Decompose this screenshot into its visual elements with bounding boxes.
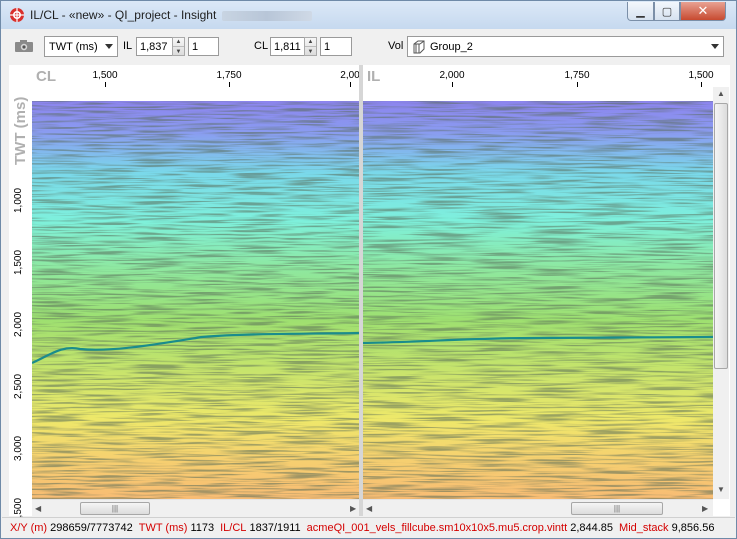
status-bar: X/Y (m) 298659/7773742 TWT (ms) 1173 IL/… <box>2 517 735 538</box>
il-tick-label: 2,000 <box>439 70 465 81</box>
twt-tick-label: 1,500 <box>13 249 24 275</box>
il-step-value: 1 <box>192 40 199 53</box>
volume-select[interactable]: Group_2 <box>407 36 724 57</box>
vol-label: Vol <box>388 40 404 52</box>
volume-icon <box>413 40 425 53</box>
scroll-up-icon[interactable]: ▲ <box>717 89 725 98</box>
il-step-input[interactable]: 1 <box>188 37 219 56</box>
cl-tick-label: 2,00 <box>340 70 360 81</box>
status-ilcl-value: 1837/1911 <box>249 522 301 534</box>
spin-up-icon[interactable]: ▲ <box>173 38 184 47</box>
scrollbar-thumb[interactable]: ||| <box>571 502 663 515</box>
cl-input-value: 1,811 <box>274 40 301 53</box>
scrollbar-thumb[interactable] <box>714 103 728 369</box>
twt-tick-label: 3,000 <box>13 435 24 461</box>
status-twt-label: TWT (ms) <box>138 522 188 534</box>
twt-tick-label: 2,500 <box>13 373 24 399</box>
status-twt-value: 1173 <box>190 522 215 534</box>
cl-label: CL <box>254 40 269 52</box>
maximize-button[interactable]: ▢ <box>654 2 680 21</box>
scroll-down-icon[interactable]: ▼ <box>717 485 725 494</box>
cl-spinner[interactable]: ▲ ▼ <box>304 37 317 56</box>
window-title-text: IL/CL - «new» - QI_project - Insight <box>30 8 217 22</box>
scroll-left-icon[interactable]: ◀ <box>366 504 372 513</box>
toolbar: TWT (ms) IL 1,837 ▲ ▼ 1 CL 1,811 ▲ ▼ 1 V… <box>2 29 735 64</box>
twt-axis-name: TWT (ms) <box>12 96 29 165</box>
il-axis: IL 2,000 1,750 1,500 <box>363 65 730 87</box>
status-xy-label: X/Y (m) <box>10 522 48 534</box>
il-label: IL <box>123 40 133 52</box>
scroll-left-icon[interactable]: ◀ <box>35 504 41 513</box>
crossline-panel: CL 1,500 1,750 2,00 TWT (ms) 1,000 1,500… <box>9 65 360 523</box>
domain-select-value: TWT (ms) <box>49 40 98 53</box>
scroll-right-icon[interactable]: ▶ <box>702 504 708 513</box>
cl-axis-name: CL <box>36 68 56 85</box>
twt-axis: TWT (ms) 1,000 1,500 2,000 2,500 3,000 3… <box>9 87 32 523</box>
spin-up-icon[interactable]: ▲ <box>305 38 316 47</box>
title-bar: IL/CL - «new» - QI_project - Insight ▁ ▢… <box>1 1 736 29</box>
chevron-down-icon <box>105 44 113 49</box>
status-stack-value: 9,856.56 <box>671 522 715 534</box>
status-stack-label: Mid_stack <box>619 522 669 534</box>
seismic-section-crossline[interactable] <box>32 87 360 499</box>
window-title: IL/CL - «new» - QI_project - Insight <box>30 8 313 22</box>
il-tick-label: 1,750 <box>564 70 590 81</box>
redacted-text <box>222 10 313 21</box>
status-volume-value: 2,844.85 <box>570 522 614 534</box>
camera-icon[interactable] <box>14 39 34 53</box>
app-window: IL/CL - «new» - QI_project - Insight ▁ ▢… <box>0 0 737 539</box>
il-axis-name: IL <box>367 68 381 85</box>
twt-tick-label: 1,000 <box>13 187 24 213</box>
inline-panel: IL 2,000 1,750 1,500 ▲ ▼ ◀ ||| ▶ <box>363 65 730 516</box>
cl-tick-label: 1,750 <box>216 70 242 81</box>
cl-axis: CL 1,500 1,750 2,00 <box>9 65 360 87</box>
il-input-value: 1,837 <box>140 40 168 53</box>
horizontal-scrollbar[interactable]: ◀ ||| ▶ <box>363 499 713 516</box>
volume-select-value: Group_2 <box>430 40 473 53</box>
domain-select[interactable]: TWT (ms) <box>44 36 118 57</box>
scrollbar-thumb[interactable]: ||| <box>80 502 150 515</box>
cl-step-input[interactable]: 1 <box>320 37 352 56</box>
il-tick-label: 1,500 <box>688 70 714 81</box>
cl-input[interactable]: 1,811 <box>270 37 305 56</box>
minimize-button[interactable]: ▁ <box>627 2 654 21</box>
seismic-section-inline[interactable] <box>363 87 713 499</box>
vertical-scrollbar[interactable]: ▲ ▼ <box>713 87 729 499</box>
scroll-right-icon[interactable]: ▶ <box>350 504 356 513</box>
app-logo-icon <box>10 8 24 22</box>
cl-tick-label: 1,500 <box>92 70 118 81</box>
chevron-down-icon <box>711 44 719 49</box>
spin-down-icon[interactable]: ▼ <box>305 47 316 56</box>
horizontal-scrollbar[interactable]: ◀ ||| ▶ <box>32 499 360 516</box>
il-spinner[interactable]: ▲ ▼ <box>172 37 185 56</box>
cl-step-value: 1 <box>324 40 331 53</box>
status-volume-label: acmeQI_001_vels_fillcube.sm10x10x5.mu5.c… <box>306 522 568 534</box>
spin-down-icon[interactable]: ▼ <box>173 47 184 56</box>
il-input[interactable]: 1,837 <box>136 37 173 56</box>
twt-tick-label: 2,000 <box>13 311 24 337</box>
status-xy-value: 298659/7773742 <box>50 522 133 534</box>
close-button[interactable]: ✕ <box>680 2 726 21</box>
status-ilcl-label: IL/CL <box>220 522 247 534</box>
